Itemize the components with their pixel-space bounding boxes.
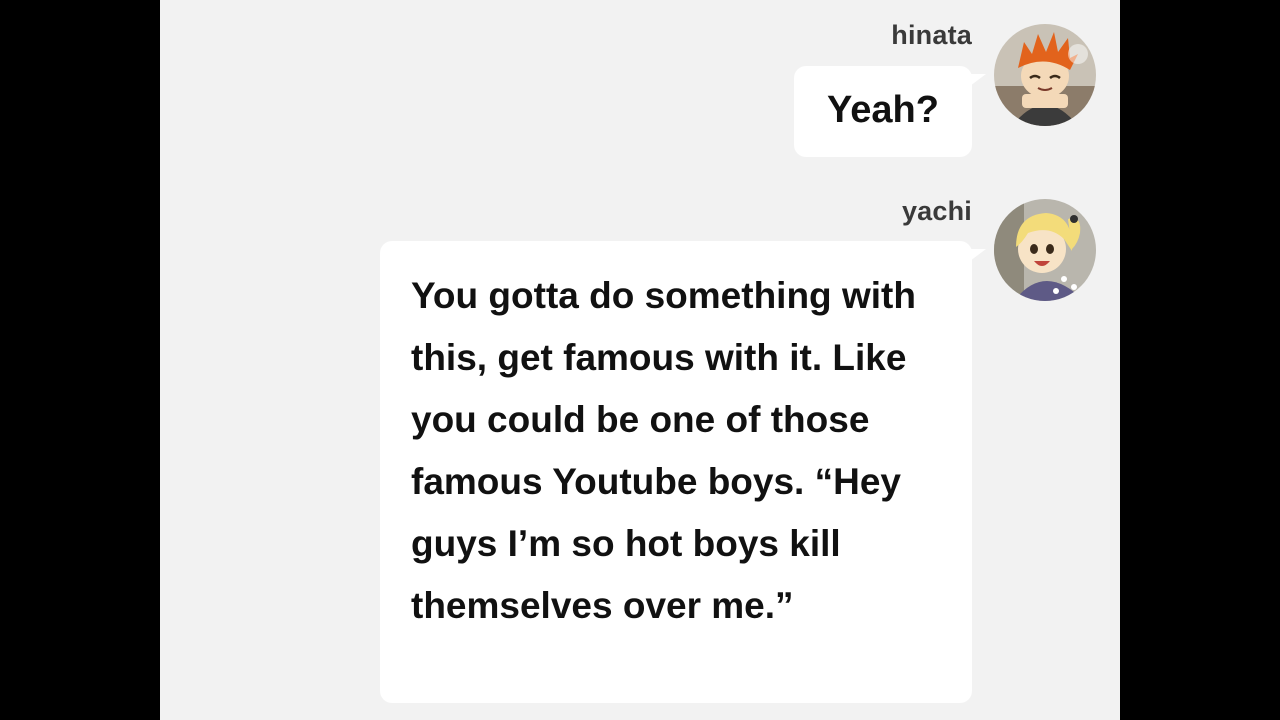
message-text-yachi: You gotta do something with this, get fa… <box>411 275 916 626</box>
sender-name-hinata: hinata <box>891 20 972 50</box>
bubble-tail <box>970 249 986 261</box>
chat-panel[interactable]: hinata Yeah? yachi You gotta do somethin… <box>160 0 1120 720</box>
yachi-avatar-icon[interactable] <box>994 199 1096 301</box>
screen: hinata Yeah? yachi You gotta do somethin… <box>0 0 1280 720</box>
sender-name-yachi: yachi <box>901 196 972 226</box>
bubble-tail <box>970 74 986 86</box>
hinata-avatar-icon[interactable] <box>994 24 1096 126</box>
message-bubble-hinata[interactable]: Yeah? <box>794 66 986 157</box>
message-bubble-yachi[interactable]: You gotta do something with this, get fa… <box>380 241 986 703</box>
message-text-hinata: Yeah? <box>827 89 939 131</box>
